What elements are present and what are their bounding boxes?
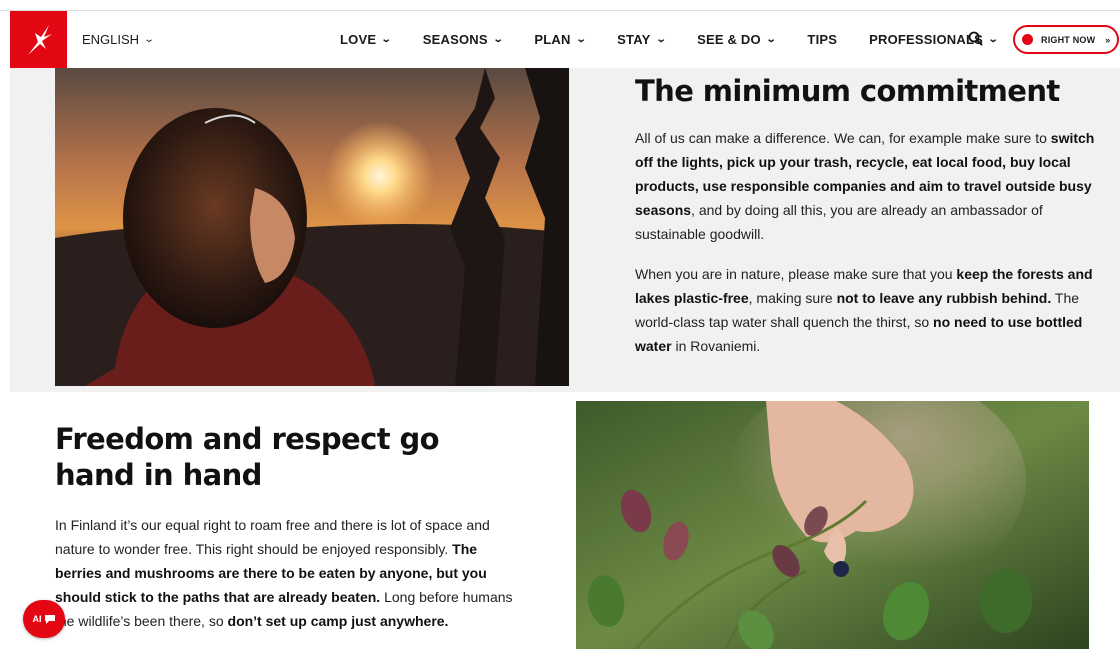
search-button[interactable] — [968, 31, 983, 51]
nav-label: LOVE — [340, 32, 377, 47]
main-nav: LOVE ⌄ SEASONS ⌄ PLAN ⌄ STAY ⌄ SEE & DO … — [340, 11, 999, 68]
ai-chat-button[interactable]: AI — [23, 600, 65, 638]
language-selector[interactable]: ENGLISH ⌄ — [82, 32, 155, 47]
text-run: When you are in nature, please make sure… — [635, 266, 957, 282]
nav-item-see-and-do[interactable]: SEE & DO ⌄ — [697, 32, 777, 47]
nav-label: PROFESSIONALS — [869, 32, 983, 47]
freedom-respect-text: Freedom and respect go hand in hand In F… — [55, 421, 515, 633]
nav-item-love[interactable]: LOVE ⌄ — [340, 32, 393, 47]
nav-label: SEASONS — [422, 32, 488, 47]
nav-item-stay[interactable]: STAY ⌄ — [617, 32, 667, 47]
section-title: Freedom and respect go hand in hand — [55, 422, 440, 492]
reindeer-logo-icon — [27, 24, 52, 55]
nav-label: STAY — [617, 32, 651, 47]
live-dot-icon — [1022, 34, 1033, 45]
bold-text-run: don’t set up camp just anywhere. — [227, 613, 449, 629]
freedom-respect-section: Freedom and respect go hand in hand In F… — [0, 392, 1120, 649]
chat-bubble-icon — [44, 615, 55, 624]
section-title: The minimum commitment — [635, 74, 1060, 108]
right-now-label: RIGHT NOW — [1041, 34, 1096, 45]
minimum-commitment-section: The minimum commitment All of us can mak… — [10, 68, 1120, 392]
chevron-down-icon: ⌄ — [575, 34, 587, 45]
minimum-commitment-text: The minimum commitment All of us can mak… — [635, 72, 1095, 358]
chevron-down-icon: ⌄ — [492, 34, 504, 45]
search-icon — [968, 31, 983, 46]
text-run: , making sure — [748, 290, 837, 306]
text-run: in Rovaniemi. — [671, 338, 761, 354]
nav-item-seasons[interactable]: SEASONS ⌄ — [422, 32, 504, 47]
right-now-button[interactable]: RIGHT NOW » — [1013, 25, 1119, 54]
chevron-down-icon: ⌄ — [143, 34, 155, 45]
chat-badge-label: AI — [32, 614, 42, 624]
chevron-down-icon: ⌄ — [765, 34, 777, 45]
text-run: All of us can make a difference. We can,… — [635, 130, 1051, 146]
chevron-down-icon: ⌄ — [380, 34, 393, 45]
minimum-commitment-paragraph-1: All of us can make a difference. We can,… — [635, 126, 1095, 246]
chevron-down-icon: ⌄ — [987, 34, 999, 45]
bold-text-run: not to leave any rubbish behind. — [836, 290, 1052, 306]
nav-label: SEE & DO — [697, 32, 761, 47]
nav-item-tips[interactable]: TIPS — [807, 32, 837, 47]
language-label: ENGLISH — [82, 32, 140, 47]
nav-item-plan[interactable]: PLAN ⌄ — [534, 32, 587, 47]
freedom-respect-paragraph: In Finland it’s our equal right to roam … — [55, 513, 515, 633]
double-chevron-right-icon: » — [1105, 34, 1111, 45]
text-run: , and by doing all this, you are already… — [635, 202, 1043, 242]
sunset-hiker-photo — [55, 68, 569, 386]
berry-picking-photo — [576, 401, 1089, 649]
nav-label: TIPS — [807, 32, 838, 47]
chevron-down-icon: ⌄ — [655, 34, 667, 45]
minimum-commitment-paragraph-2: When you are in nature, please make sure… — [635, 262, 1095, 358]
text-run: In Finland it’s our equal right to roam … — [55, 517, 490, 557]
site-header: ENGLISH ⌄ LOVE ⌄ SEASONS ⌄ PLAN ⌄ STAY ⌄… — [10, 11, 1120, 68]
site-logo[interactable] — [10, 11, 67, 68]
nav-label: PLAN — [534, 32, 571, 47]
